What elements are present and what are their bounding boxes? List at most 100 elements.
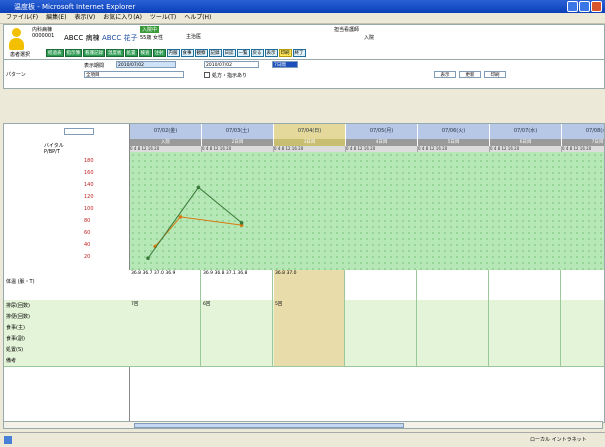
date-header-6[interactable]: 07/08(木) bbox=[562, 124, 604, 139]
data-cell[interactable] bbox=[346, 311, 417, 322]
menu-tools[interactable]: ツール(T) bbox=[150, 14, 176, 21]
data-cell[interactable] bbox=[490, 270, 561, 300]
data-cell[interactable] bbox=[418, 333, 489, 344]
date-header-5[interactable]: 07/07(水) bbox=[490, 124, 562, 139]
close-button[interactable] bbox=[591, 1, 602, 12]
patient-select-label[interactable]: 患者選択 bbox=[10, 51, 30, 58]
date-header-2[interactable]: 07/04(日) bbox=[274, 124, 346, 139]
data-cell[interactable] bbox=[130, 344, 201, 355]
maximize-button[interactable] bbox=[579, 1, 590, 12]
toolbar-btn-11[interactable]: 日誌 bbox=[222, 49, 236, 57]
row-label: 排便(回数) bbox=[6, 314, 30, 320]
main-toolbar: 経過表 指示簿 看護記録 温度板 処置 検査 注射 内服 食事 観察 記録 日誌 一覧 戻る 表示 印刷 終了 bbox=[46, 49, 307, 58]
data-cell[interactable] bbox=[418, 344, 489, 355]
toolbar-btn-6[interactable]: 注射 bbox=[152, 49, 166, 57]
data-cell[interactable] bbox=[418, 300, 489, 311]
data-cell[interactable]: 7回 bbox=[130, 300, 201, 311]
toolbar-btn-13[interactable]: 戻る bbox=[250, 49, 264, 57]
toolbar-btn-1[interactable]: 指示簿 bbox=[64, 49, 82, 57]
data-cell[interactable] bbox=[202, 355, 273, 366]
toolbar-btn-12[interactable]: 一覧 bbox=[236, 49, 250, 57]
toolbar-btn-8[interactable]: 食事 bbox=[180, 49, 194, 57]
data-cell[interactable] bbox=[490, 333, 561, 344]
data-cell[interactable] bbox=[490, 300, 561, 311]
data-cell[interactable]: 36.8 36.7 37.0 36.9 bbox=[130, 270, 201, 300]
data-cell[interactable] bbox=[346, 270, 417, 300]
toolbar-btn-5[interactable]: 検査 bbox=[138, 49, 152, 57]
data-cell[interactable] bbox=[274, 311, 345, 322]
print-button[interactable]: 印刷 bbox=[484, 71, 506, 78]
data-cell[interactable] bbox=[346, 300, 417, 311]
toolbar-btn-0[interactable]: 経過表 bbox=[46, 49, 64, 57]
data-cell[interactable] bbox=[130, 333, 201, 344]
date-header-0[interactable]: 07/02(金) bbox=[130, 124, 202, 139]
data-cell[interactable] bbox=[274, 322, 345, 333]
left-scroll-select[interactable] bbox=[64, 128, 94, 135]
toolbar-btn-4[interactable]: 処置 bbox=[124, 49, 138, 57]
data-cell[interactable] bbox=[346, 344, 417, 355]
data-cell[interactable] bbox=[202, 333, 273, 344]
data-cell[interactable] bbox=[490, 355, 561, 366]
day-range-select[interactable]: 7日間 bbox=[272, 61, 298, 68]
data-cell[interactable] bbox=[418, 311, 489, 322]
day-label-2: 3日目 bbox=[274, 139, 346, 146]
period-label: 表示期間 bbox=[84, 63, 105, 69]
toolbar-btn-15[interactable]: 印刷 bbox=[278, 49, 292, 57]
data-cell[interactable] bbox=[490, 344, 561, 355]
data-cell[interactable] bbox=[202, 344, 273, 355]
toolbar-btn-3[interactable]: 温度板 bbox=[106, 49, 124, 57]
data-cell[interactable] bbox=[418, 270, 489, 300]
data-cell[interactable] bbox=[130, 311, 201, 322]
data-cell[interactable] bbox=[346, 333, 417, 344]
menu-help[interactable]: ヘルプ(H) bbox=[184, 14, 211, 21]
pattern-select[interactable]: 全項目 bbox=[84, 71, 184, 78]
date-header-1[interactable]: 07/03(土) bbox=[202, 124, 274, 139]
data-cell[interactable]: 6回 bbox=[202, 300, 273, 311]
menu-file[interactable]: ファイル(F) bbox=[6, 14, 38, 21]
data-cell[interactable] bbox=[418, 355, 489, 366]
data-cell[interactable]: 36.9 36.8 37.1 36.8 bbox=[202, 270, 273, 300]
data-cell[interactable] bbox=[202, 322, 273, 333]
toolbar-btn-9[interactable]: 観察 bbox=[194, 49, 208, 57]
data-cell[interactable] bbox=[562, 355, 604, 366]
data-cell[interactable]: 36.8 37.0 bbox=[274, 270, 345, 300]
toolbar-btn-2[interactable]: 看護記録 bbox=[83, 49, 105, 57]
date-input[interactable]: 2010/07/02 bbox=[204, 61, 259, 68]
data-cell[interactable] bbox=[418, 322, 489, 333]
data-cell[interactable] bbox=[274, 355, 345, 366]
horizontal-scrollbar[interactable] bbox=[3, 421, 603, 429]
data-cell[interactable] bbox=[562, 344, 604, 355]
data-cell[interactable] bbox=[274, 344, 345, 355]
toolbar-btn-7[interactable]: 内服 bbox=[166, 49, 180, 57]
chart-point-0-1 bbox=[178, 215, 183, 219]
data-cell[interactable] bbox=[346, 355, 417, 366]
date-header-4[interactable]: 07/06(火) bbox=[418, 124, 490, 139]
toolbar-btn-10[interactable]: 記録 bbox=[208, 49, 222, 57]
date-header-3[interactable]: 07/05(月) bbox=[346, 124, 418, 139]
data-cell[interactable] bbox=[130, 322, 201, 333]
scrollbar-thumb[interactable] bbox=[134, 423, 404, 428]
menu-favorites[interactable]: お気に入り(A) bbox=[103, 14, 142, 21]
data-cell[interactable] bbox=[202, 311, 273, 322]
data-cell[interactable] bbox=[490, 322, 561, 333]
data-cell[interactable] bbox=[346, 322, 417, 333]
update-button[interactable]: 更新 bbox=[459, 71, 481, 78]
data-cell[interactable] bbox=[490, 311, 561, 322]
data-cell[interactable] bbox=[130, 355, 201, 366]
prescription-checkbox[interactable] bbox=[204, 72, 210, 78]
data-cell[interactable]: 5回 bbox=[274, 300, 345, 311]
toolbar-btn-14[interactable]: 表示 bbox=[264, 49, 278, 57]
menu-view[interactable]: 表示(V) bbox=[74, 14, 95, 21]
data-cell[interactable] bbox=[562, 311, 604, 322]
data-cell[interactable] bbox=[562, 300, 604, 311]
data-cell[interactable] bbox=[274, 333, 345, 344]
minimize-button[interactable] bbox=[567, 1, 578, 12]
data-cell[interactable] bbox=[562, 333, 604, 344]
view-button[interactable]: 表示 bbox=[434, 71, 456, 78]
data-cell[interactable] bbox=[562, 322, 604, 333]
data-cell[interactable] bbox=[562, 270, 604, 300]
age-sex: 55歳 女性 bbox=[140, 35, 163, 41]
menu-edit[interactable]: 編集(E) bbox=[46, 14, 66, 21]
toolbar-btn-16[interactable]: 終了 bbox=[292, 49, 306, 57]
period-select[interactable]: 2010/07/02 bbox=[116, 61, 176, 68]
